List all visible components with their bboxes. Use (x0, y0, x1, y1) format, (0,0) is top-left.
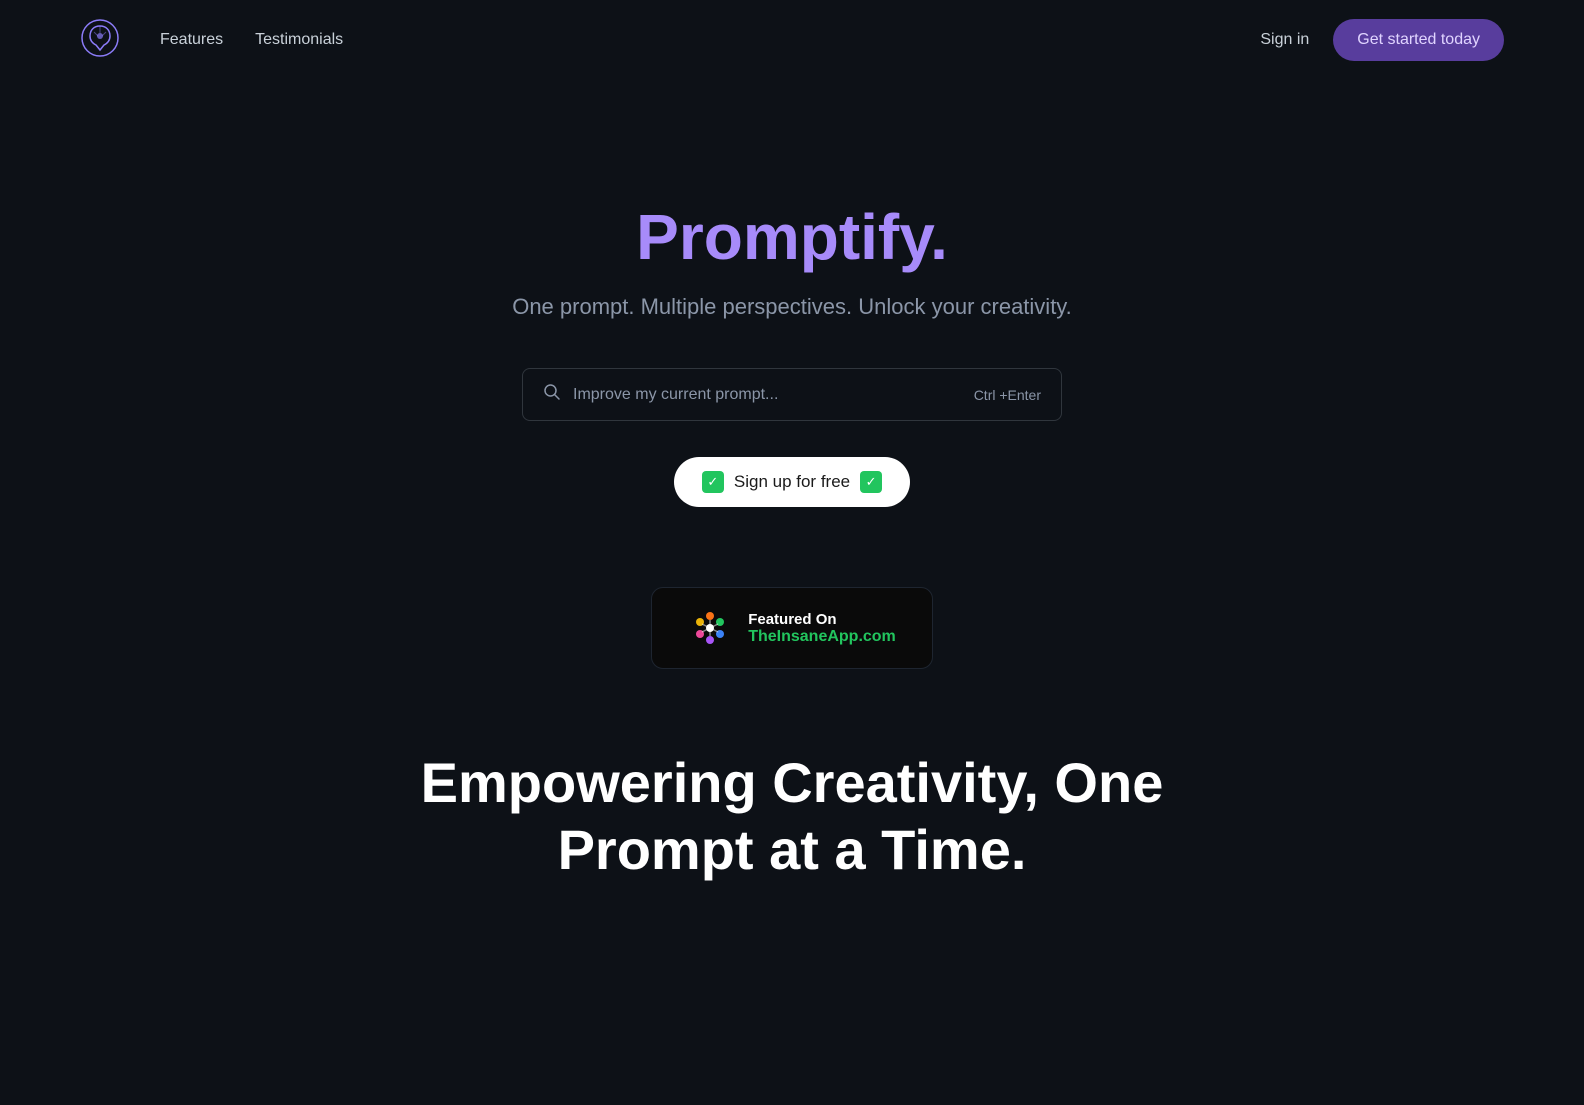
check-badge-right: ✓ (860, 471, 882, 493)
get-started-button[interactable]: Get started today (1333, 19, 1504, 61)
nav-left: Features Testimonials (80, 18, 343, 63)
navbar: Features Testimonials Sign in Get starte… (0, 0, 1584, 80)
signup-label: Sign up for free (734, 472, 850, 492)
search-shortcut: Ctrl +Enter (974, 387, 1041, 403)
hero-title: Promptify. (636, 200, 948, 274)
sign-in-button[interactable]: Sign in (1260, 31, 1309, 49)
nav-links: Features Testimonials (160, 31, 343, 49)
nav-link-testimonials[interactable]: Testimonials (255, 31, 343, 49)
hero-subtitle: One prompt. Multiple perspectives. Unloc… (512, 294, 1072, 320)
featured-icon (688, 606, 732, 650)
nav-right: Sign in Get started today (1260, 19, 1504, 61)
featured-link[interactable]: TheInsaneApp.com (748, 628, 896, 646)
featured-badge[interactable]: Featured On TheInsaneApp.com (651, 587, 933, 669)
search-input[interactable] (573, 386, 962, 404)
featured-label: Featured On (748, 611, 896, 628)
search-icon (543, 383, 561, 406)
hero-section: Promptify. One prompt. Multiple perspect… (0, 80, 1584, 943)
nav-link-features[interactable]: Features (160, 31, 223, 49)
signup-button[interactable]: ✓ Sign up for free ✓ (674, 457, 910, 507)
search-bar: Ctrl +Enter (522, 368, 1062, 421)
logo[interactable] (80, 18, 120, 63)
section-title: Empowering Creativity, One Prompt at a T… (221, 749, 1364, 883)
featured-text: Featured On TheInsaneApp.com (748, 611, 896, 646)
check-badge-left: ✓ (702, 471, 724, 493)
